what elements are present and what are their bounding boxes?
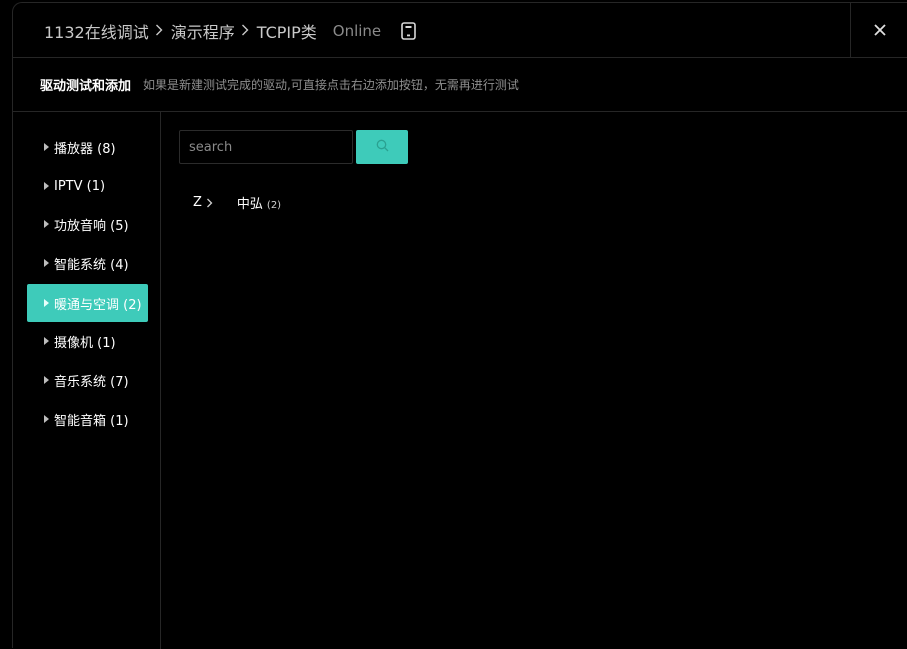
- breadcrumb-item-demo[interactable]: 演示程序: [171, 19, 235, 43]
- sidebar-item-amplifiers[interactable]: 功放音响 (5): [27, 205, 148, 243]
- breadcrumb: 1132在线调试 演示程序 TCPIP类 Online: [44, 19, 416, 43]
- sidebar-item-label: 功放音响 (5): [54, 218, 129, 234]
- caret-right-icon: [44, 299, 49, 307]
- category-sidebar: 播放器 (8) IPTV (1) 功放音响 (5) 智能系统 (4) 暖通与空调…: [13, 112, 161, 649]
- sidebar-item-smart-systems[interactable]: 智能系统 (4): [27, 244, 148, 282]
- search-icon: [376, 139, 389, 155]
- sidebar-item-label: IPTV (1): [54, 178, 106, 194]
- dialog-header: 1132在线调试 演示程序 TCPIP类 Online: [13, 3, 907, 58]
- sidebar-item-label: 智能系统 (4): [54, 257, 129, 273]
- breadcrumb-item-tcpip: TCPIP类: [256, 23, 317, 42]
- letter-index: Z: [193, 195, 202, 210]
- caret-right-icon: [44, 182, 49, 190]
- search-input[interactable]: [179, 130, 353, 164]
- search-button[interactable]: [356, 130, 408, 164]
- sidebar-item-iptv[interactable]: IPTV (1): [27, 167, 148, 205]
- status-text: Online: [332, 22, 382, 40]
- chevron-right-icon: [155, 22, 163, 40]
- caret-right-icon: [44, 220, 49, 228]
- tablet-icon[interactable]: [401, 22, 416, 40]
- brand-count: (2): [266, 200, 282, 211]
- sidebar-item-label: 智能音箱 (1): [54, 413, 129, 429]
- brand-row: Z 中弘 (2): [193, 193, 281, 212]
- sidebar-item-label: 音乐系统 (7): [54, 374, 129, 390]
- close-button[interactable]: [850, 3, 907, 58]
- breadcrumb-item-debug[interactable]: 1132在线调试: [44, 19, 149, 43]
- caret-right-icon: [44, 259, 49, 267]
- caret-right-icon: [44, 337, 49, 345]
- chevron-right-icon: [206, 198, 213, 208]
- subheader: 驱动测试和添加 如果是新建测试完成的驱动,可直接点击右边添加按钮，无需再进行测试: [13, 58, 907, 112]
- dialog: 1132在线调试 演示程序 TCPIP类 Online 驱动测试和添加 如果是新…: [12, 2, 907, 649]
- caret-right-icon: [44, 376, 49, 384]
- section-hint: 如果是新建测试完成的驱动,可直接点击右边添加按钮，无需再进行测试: [143, 78, 519, 92]
- brand-name: 中弘: [236, 197, 263, 212]
- caret-right-icon: [44, 143, 49, 151]
- caret-right-icon: [44, 415, 49, 423]
- sidebar-item-smart-speakers[interactable]: 智能音箱 (1): [27, 400, 148, 438]
- brand-item[interactable]: 中弘 (2): [237, 193, 281, 212]
- sidebar-item-cameras[interactable]: 摄像机 (1): [27, 322, 148, 360]
- sidebar-item-label: 暖通与空调 (2): [54, 297, 142, 313]
- sidebar-item-players[interactable]: 播放器 (8): [27, 128, 148, 166]
- close-icon: [873, 21, 886, 40]
- sidebar-item-label: 摄像机 (1): [54, 335, 116, 351]
- sidebar-item-hvac[interactable]: 暖通与空调 (2): [27, 284, 148, 322]
- sidebar-item-label: 播放器 (8): [54, 141, 116, 157]
- sidebar-item-music-systems[interactable]: 音乐系统 (7): [27, 361, 148, 399]
- section-title: 驱动测试和添加: [40, 79, 132, 94]
- chevron-right-icon: [241, 22, 249, 40]
